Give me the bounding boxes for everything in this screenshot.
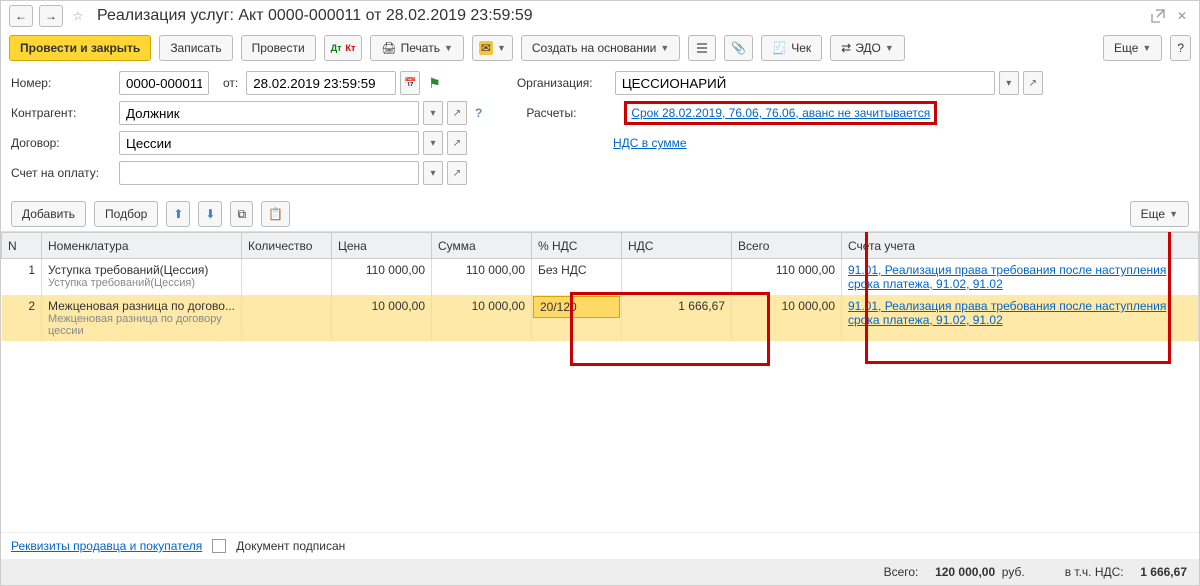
star-icon[interactable]: ☆ <box>69 7 87 25</box>
invoice-open[interactable]: ↗ <box>447 161 467 185</box>
close-icon[interactable]: ✕ <box>1173 7 1191 25</box>
nav-back-button[interactable]: ← <box>9 5 33 27</box>
col-total: Всего <box>732 233 842 259</box>
pick-button[interactable]: Подбор <box>94 201 158 227</box>
printer-icon: 🖨 <box>381 41 396 55</box>
accounts-link[interactable]: 91.01, Реализация права требования после… <box>848 299 1166 327</box>
paste-button[interactable]: 📋 <box>261 201 290 227</box>
move-down-button[interactable]: ⬇ <box>198 201 222 227</box>
link-icon[interactable] <box>1149 7 1167 25</box>
total-value: 120 000,00 <box>935 565 995 579</box>
more-button[interactable]: Еще ▼ <box>1103 35 1162 61</box>
number-input[interactable] <box>119 71 209 95</box>
counterparty-input[interactable] <box>119 101 419 125</box>
org-input[interactable] <box>615 71 995 95</box>
mail-button[interactable]: ✉ ▼ <box>472 35 513 61</box>
list-icon <box>695 41 709 55</box>
table-more-button[interactable]: Еще ▼ <box>1130 201 1189 227</box>
envelope-icon: ✉ <box>479 41 493 55</box>
help-button[interactable]: ? <box>1170 35 1191 61</box>
invoice-label: Счет на оплату: <box>11 166 111 180</box>
col-n: N <box>2 233 42 259</box>
settlements-link[interactable]: Срок 28.02.2019, 76.06, 76.06, аванс не … <box>631 106 930 120</box>
from-label: от: <box>223 76 238 90</box>
copy-icon: ⧉ <box>237 207 246 222</box>
contract-input[interactable] <box>119 131 419 155</box>
edo-icon: ⇄ <box>841 41 851 55</box>
table-row[interactable]: 1 Уступка требований(Цессия) Уступка тре… <box>2 259 1199 296</box>
add-row-button[interactable]: Добавить <box>11 201 86 227</box>
counterparty-dropdown[interactable]: ▾ <box>423 101 443 125</box>
col-item: Номенклатура <box>42 233 242 259</box>
contract-dropdown[interactable]: ▾ <box>423 131 443 155</box>
page-title: Реализация услуг: Акт 0000-000011 от 28.… <box>97 7 1143 25</box>
attach-button[interactable]: 📎 <box>724 35 753 61</box>
paste-icon: 📋 <box>268 207 283 221</box>
contract-label: Договор: <box>11 136 111 150</box>
seller-buyer-link[interactable]: Реквизиты продавца и покупателя <box>11 539 202 553</box>
save-button[interactable]: Записать <box>159 35 232 61</box>
paperclip-icon: 📎 <box>731 41 746 55</box>
items-table[interactable]: N Номенклатура Количество Цена Сумма % Н… <box>1 232 1199 341</box>
edo-button[interactable]: ⇄ ЭДО ▼ <box>830 35 905 61</box>
calendar-icon: 📅 <box>404 78 416 89</box>
nav-forward-button[interactable]: → <box>39 5 63 27</box>
doc-signed-label: Документ подписан <box>236 539 345 553</box>
org-open[interactable]: ↗ <box>1023 71 1043 95</box>
date-input[interactable] <box>246 71 396 95</box>
invoice-dropdown[interactable]: ▾ <box>423 161 443 185</box>
move-up-button[interactable]: ⬆ <box>166 201 190 227</box>
receipt-icon: 🧾 <box>772 41 787 55</box>
invoice-input[interactable] <box>119 161 419 185</box>
col-vat-rate: % НДС <box>532 233 622 259</box>
post-button[interactable]: Провести <box>241 35 316 61</box>
flag-icon[interactable]: ⚑ <box>428 75 441 92</box>
dt-kt-button[interactable]: ДтКт <box>324 35 363 61</box>
table-row[interactable]: 2 Межценовая разница по догово... Межцен… <box>2 295 1199 341</box>
contract-open[interactable]: ↗ <box>447 131 467 155</box>
create-based-on-button[interactable]: Создать на основании ▼ <box>521 35 680 61</box>
col-qty: Количество <box>242 233 332 259</box>
help-icon[interactable]: ? <box>475 106 482 120</box>
col-accounts: Счета учета <box>842 233 1199 259</box>
doc-signed-checkbox[interactable] <box>212 539 226 553</box>
counterparty-open[interactable]: ↗ <box>447 101 467 125</box>
vat-total: 1 666,67 <box>1140 565 1187 579</box>
vat-in-sum-link[interactable]: НДС в сумме <box>613 136 687 150</box>
calendar-button[interactable]: 📅 <box>400 71 420 95</box>
counterparty-label: Контрагент: <box>11 106 111 120</box>
accounts-link[interactable]: 91.01, Реализация права требования после… <box>848 263 1166 291</box>
copy-button[interactable]: ⧉ <box>230 201 253 227</box>
post-and-close-button[interactable]: Провести и закрыть <box>9 35 151 61</box>
org-dropdown[interactable]: ▾ <box>999 71 1019 95</box>
receipt-button[interactable]: 🧾 Чек <box>761 35 822 61</box>
registry-button[interactable] <box>688 35 716 61</box>
number-label: Номер: <box>11 76 111 90</box>
col-sum: Сумма <box>432 233 532 259</box>
col-vat: НДС <box>622 233 732 259</box>
print-button[interactable]: 🖨 Печать ▼ <box>370 35 463 61</box>
settlements-label: Расчеты: <box>526 106 616 120</box>
org-label: Организация: <box>517 76 607 90</box>
col-price: Цена <box>332 233 432 259</box>
